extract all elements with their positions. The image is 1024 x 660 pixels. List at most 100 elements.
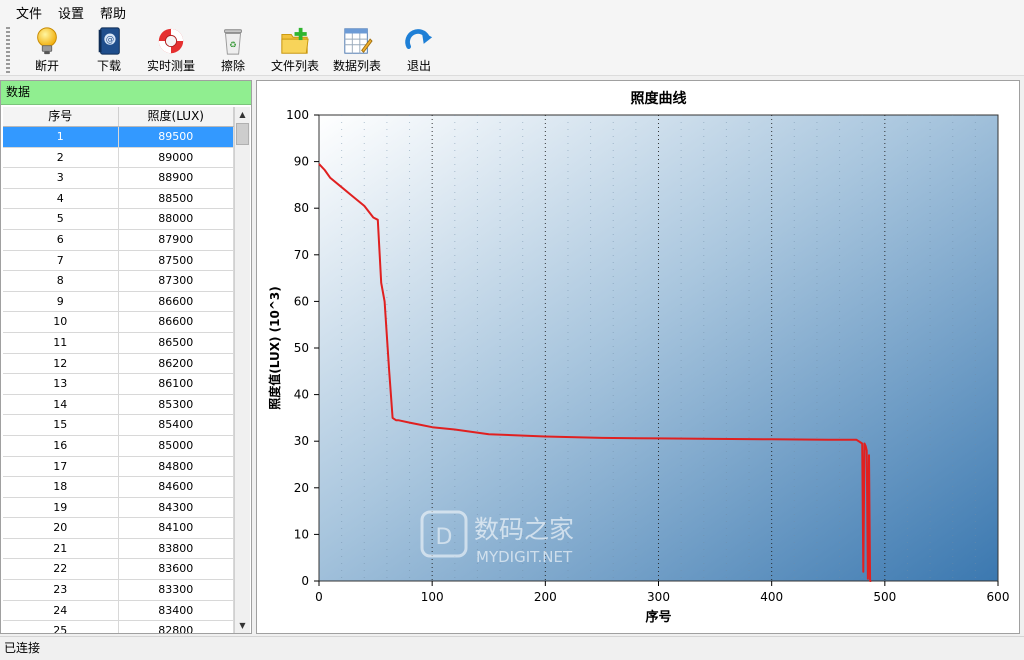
table-edit-icon <box>344 28 373 54</box>
chart-panel: 0 100 200 300 400 500 600 0 10 20 30 40 50 60 70 80 90 10… <box>256 80 1020 634</box>
cell-index: 14 <box>3 394 119 415</box>
cell-lux: 89500 <box>119 127 234 147</box>
data-panel-title: 数据 <box>1 81 251 105</box>
table-row[interactable]: 15 85400 <box>3 415 234 436</box>
table-row[interactable]: 4 88500 <box>3 188 234 210</box>
y-axis-label: 照度值(LUX) (10^3) <box>267 286 282 409</box>
table-row[interactable]: 3 88900 <box>3 168 234 189</box>
grid-header: 序号 照度(LUX) <box>3 107 234 127</box>
exit-button[interactable]: 退出 <box>388 24 450 74</box>
cell-index: 10 <box>3 312 119 332</box>
download-button[interactable]: @ 下载 <box>78 24 140 74</box>
table-row[interactable]: 7 87500 <box>3 250 234 272</box>
table-row[interactable]: 5 88000 <box>3 209 234 230</box>
recycle-bin-icon: ♻ <box>224 29 242 55</box>
svg-text:@: @ <box>106 34 114 44</box>
scroll-down-icon[interactable]: ▼ <box>235 618 250 633</box>
cell-lux: 82800 <box>119 621 234 633</box>
table-row[interactable]: 2 89000 <box>3 147 234 169</box>
table-row[interactable]: 13 86100 <box>3 374 234 395</box>
cell-index: 7 <box>3 250 119 271</box>
menu-bar: 文件 设置 帮助 <box>0 0 1024 24</box>
cell-index: 21 <box>3 538 119 559</box>
cell-lux: 88500 <box>119 188 234 209</box>
table-row[interactable]: 16 85000 <box>3 435 234 457</box>
svg-text:♻: ♻ <box>229 40 237 50</box>
table-row[interactable]: 6 87900 <box>3 229 234 251</box>
realtime-measure-button[interactable]: 实时测量 <box>140 24 202 74</box>
y-tick-label: 100 <box>286 108 309 122</box>
x-tick-label: 200 <box>534 590 557 604</box>
erase-button[interactable]: ♻ 擦除 <box>202 24 264 74</box>
cell-index: 22 <box>3 559 119 580</box>
cell-index: 3 <box>3 168 119 188</box>
table-row[interactable]: 8 87300 <box>3 271 234 292</box>
table-row[interactable]: 22 83600 <box>3 559 234 581</box>
cell-index: 18 <box>3 477 119 497</box>
table-row[interactable]: 20 84100 <box>3 518 234 539</box>
cell-index: 2 <box>3 147 119 168</box>
scroll-thumb[interactable] <box>236 123 249 145</box>
cell-index: 13 <box>3 374 119 394</box>
table-row[interactable]: 24 83400 <box>3 600 234 622</box>
cell-index: 8 <box>3 271 119 291</box>
table-row[interactable]: 19 84300 <box>3 497 234 519</box>
cell-lux: 86500 <box>119 332 234 353</box>
menu-settings[interactable]: 设置 <box>50 3 92 22</box>
x-tick-label: 600 <box>987 590 1010 604</box>
y-tick-label: 0 <box>301 574 309 588</box>
column-header-index[interactable]: 序号 <box>3 107 119 126</box>
cell-lux: 88000 <box>119 209 234 229</box>
table-row[interactable]: 25 82800 <box>3 621 234 633</box>
file-list-button[interactable]: 文件列表 <box>264 24 326 74</box>
cell-lux: 83800 <box>119 538 234 559</box>
cell-lux: 86100 <box>119 374 234 394</box>
y-tick-label: 30 <box>294 434 309 448</box>
cell-lux: 87300 <box>119 271 234 291</box>
y-tick-label: 10 <box>294 527 309 541</box>
data-grid[interactable]: 序号 照度(LUX) 1 89500 2 89000 3 88900 4 88500 5 8800… <box>3 107 234 633</box>
cell-lux: 83300 <box>119 580 234 600</box>
x-tick-label: 400 <box>760 590 783 604</box>
scroll-up-icon[interactable]: ▲ <box>235 107 250 122</box>
column-header-lux[interactable]: 照度(LUX) <box>119 107 234 126</box>
table-row[interactable]: 11 86500 <box>3 332 234 354</box>
grid-scrollbar[interactable]: ▲ ▼ <box>234 107 250 633</box>
table-row[interactable]: 21 83800 <box>3 538 234 560</box>
table-row[interactable]: 12 86200 <box>3 353 234 375</box>
y-tick-label: 60 <box>294 294 309 308</box>
y-tick-label: 20 <box>294 481 309 495</box>
table-row[interactable]: 23 83300 <box>3 580 234 601</box>
table-row[interactable]: 1 89500 <box>3 127 234 148</box>
cell-index: 1 <box>3 127 119 147</box>
table-row[interactable]: 9 86600 <box>3 291 234 313</box>
menu-help[interactable]: 帮助 <box>92 3 134 22</box>
table-row[interactable]: 18 84600 <box>3 477 234 498</box>
cell-index: 20 <box>3 518 119 538</box>
toolbar-grip[interactable] <box>6 27 10 73</box>
x-tick-label: 500 <box>873 590 896 604</box>
cell-index: 12 <box>3 353 119 374</box>
cell-lux: 85400 <box>119 415 234 435</box>
y-tick-label: 80 <box>294 201 309 215</box>
cell-index: 25 <box>3 621 119 633</box>
cell-lux: 88900 <box>119 168 234 188</box>
cell-lux: 89000 <box>119 147 234 168</box>
table-row[interactable]: 10 86600 <box>3 312 234 333</box>
x-axis-label: 序号 <box>645 609 671 625</box>
folder-add-icon <box>281 27 309 54</box>
table-row[interactable]: 14 85300 <box>3 394 234 416</box>
menu-file[interactable]: 文件 <box>8 3 50 22</box>
cell-index: 23 <box>3 580 119 600</box>
toolbar: 断开 @ 下载 实时测量 ♻ 擦除 文件列表 数据列表 退出 <box>0 24 1024 76</box>
chart-title: 照度曲线 <box>631 90 687 107</box>
x-tick-label: 100 <box>421 590 444 604</box>
cell-lux: 86600 <box>119 312 234 332</box>
data-list-button[interactable]: 数据列表 <box>326 24 388 74</box>
disconnect-button[interactable]: 断开 <box>16 24 78 74</box>
table-row[interactable]: 17 84800 <box>3 456 234 478</box>
grid-body: 1 89500 2 89000 3 88900 4 88500 5 88000 6 87900 7 875… <box>3 127 234 633</box>
y-tick-label: 70 <box>294 248 309 262</box>
cell-lux: 85300 <box>119 394 234 415</box>
cell-index: 17 <box>3 456 119 477</box>
